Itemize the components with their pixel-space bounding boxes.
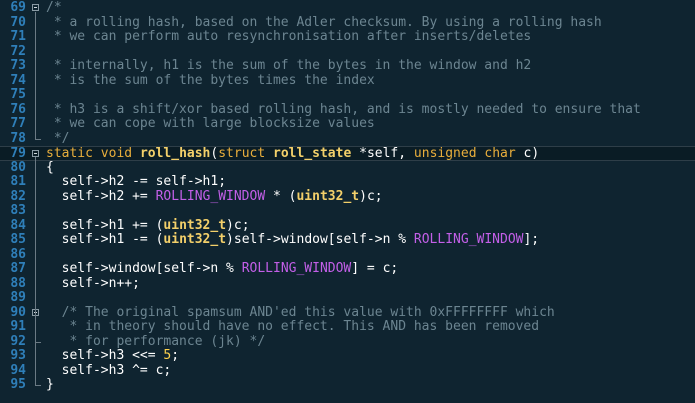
code-text: self->h2 += ROLLING_WINDOW * (uint32_t)c… — [61, 188, 383, 204]
line-number: 89 — [10, 290, 26, 305]
code-text: static void roll_hash(struct roll_state … — [46, 146, 540, 161]
code-text: * is the sum of the bytes times the inde… — [46, 72, 375, 88]
code-text: self->h3 ^= c; — [61, 362, 172, 378]
code-text: self->window[self->n % ROLLING_WINDOW] =… — [61, 261, 399, 276]
line-number: 93 — [10, 348, 26, 363]
code-line[interactable]: 81 self->h2 -= self->h1; — [0, 174, 695, 190]
code-line[interactable]: 90 /* The original spamsum AND'ed this v… — [0, 304, 695, 321]
line-number: 94 — [10, 362, 26, 378]
code-text: * h3 is a shift/xor based rolling hash, … — [46, 101, 641, 117]
line-number: 76 — [10, 101, 26, 117]
code-text: self->n++; — [61, 275, 140, 291]
code-text: /* — [46, 0, 62, 15]
code-line[interactable]: 72 — [0, 43, 695, 60]
line-number: 87 — [10, 261, 26, 276]
line-number: 95 — [10, 377, 26, 392]
code-line[interactable]: 87 self->window[self->n % ROLLING_WINDOW… — [0, 261, 695, 277]
line-number: 77 — [10, 116, 26, 131]
code-line[interactable]: 83 — [0, 203, 695, 219]
line-number: 73 — [10, 58, 26, 73]
code-text: * we can perform auto resynchronisation … — [46, 29, 532, 44]
fold-guide — [35, 316, 36, 342]
code-text: { — [46, 159, 54, 175]
code-line[interactable]: 79 static void roll_hash(struct roll_stat… — [0, 146, 695, 161]
code-text: self->h3 <<= 5; — [61, 348, 180, 363]
code-text: * internally, h1 is the sum of the bytes… — [46, 58, 532, 73]
code-line[interactable]: 95} — [0, 377, 695, 393]
code-text: /* The original spamsum AND'ed this valu… — [61, 304, 555, 320]
code-editor[interactable]: 69/* 70 * a rolling hash, based on the Ad… — [0, 0, 695, 403]
line-number: 69 — [10, 0, 26, 15]
line-number: 71 — [10, 29, 26, 44]
code-text: self->h2 -= self->h1; — [61, 174, 227, 189]
code-line[interactable]: 89 — [0, 290, 695, 306]
code-text: self->h1 += (uint32_t)c; — [61, 217, 250, 233]
code-line[interactable]: 71 * we can perform auto resynchronisati… — [0, 29, 695, 45]
code-line[interactable]: 75 — [0, 87, 695, 103]
line-number: 82 — [10, 188, 26, 204]
code-text: * we can cope with large blocksize value… — [46, 116, 375, 131]
line-number: 90 — [10, 304, 26, 320]
code-line[interactable]: 92 * for performance (jk) */ — [0, 333, 695, 350]
line-number: 80 — [10, 159, 26, 175]
code-line[interactable]: 74 * is the sum of the bytes times the i… — [0, 72, 695, 89]
code-line[interactable]: 93 self->h3 <<= 5; — [0, 348, 695, 364]
code-line[interactable]: 82 self->h2 += ROLLING_WINDOW * (uint32_… — [0, 188, 695, 205]
code-line[interactable]: 80 { — [0, 159, 695, 176]
code-line[interactable]: 91 * in theory should have no effect. Th… — [0, 319, 695, 335]
code-line[interactable]: 84 self->h1 += (uint32_t)c; — [0, 217, 695, 234]
line-number: 78 — [10, 130, 26, 146]
fold-guide-end — [35, 138, 41, 140]
line-number: 92 — [10, 333, 26, 349]
fold-collapse-icon[interactable] — [32, 4, 39, 11]
code-text: self->h1 -= (uint32_t)self->window[self-… — [61, 232, 540, 247]
code-line[interactable]: 73 * internally, h1 is the sum of the by… — [0, 58, 695, 74]
line-number: 74 — [10, 72, 26, 88]
code-line[interactable]: 70 * a rolling hash, based on the Adler … — [0, 14, 695, 31]
fold-collapse-icon[interactable] — [32, 150, 39, 157]
line-number: 84 — [10, 217, 26, 233]
line-number: 85 — [10, 232, 26, 247]
fold-guide — [35, 157, 36, 385]
line-number: 75 — [10, 87, 26, 102]
code-text: * for performance (jk) */ — [46, 333, 266, 349]
line-number: 72 — [10, 43, 26, 59]
line-number: 83 — [10, 203, 26, 218]
line-number: 70 — [10, 14, 26, 30]
code-line[interactable]: 77 * we can cope with large blocksize va… — [0, 116, 695, 132]
line-number: 88 — [10, 275, 26, 291]
code-line[interactable]: 85 self->h1 -= (uint32_t)self->window[se… — [0, 232, 695, 248]
code-line[interactable]: 78 */ — [0, 130, 695, 147]
fold-guide — [35, 12, 36, 139]
code-text: * a rolling hash, based on the Adler che… — [46, 14, 602, 30]
line-number: 91 — [10, 319, 26, 334]
code-text: */ — [46, 130, 70, 146]
code-line[interactable]: 76 * h3 is a shift/xor based rolling has… — [0, 101, 695, 118]
code-line[interactable]: 88 self->n++; — [0, 275, 695, 292]
code-line[interactable]: 86 — [0, 246, 695, 263]
fold-guide-end — [35, 341, 41, 343]
line-number: 81 — [10, 174, 26, 189]
code-line[interactable]: 94 self->h3 ^= c; — [0, 362, 695, 379]
code-line[interactable]: 69 /* — [0, 0, 695, 16]
code-text: * in theory should have no effect. This … — [46, 319, 540, 334]
code-text: } — [46, 377, 54, 392]
line-number: 86 — [10, 246, 26, 262]
fold-guide-end — [35, 385, 41, 386]
